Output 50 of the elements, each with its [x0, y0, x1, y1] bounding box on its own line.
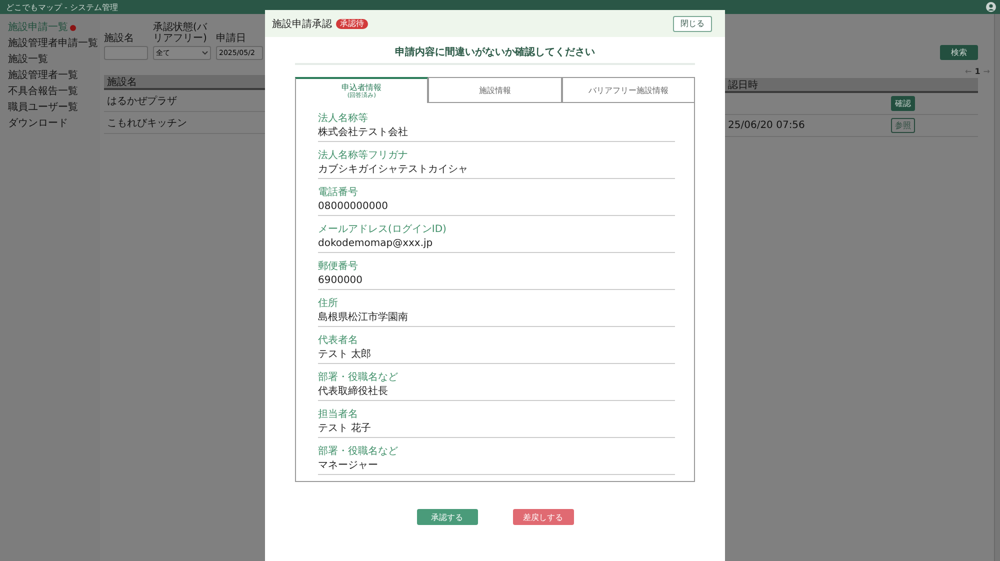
- sidebar-item[interactable]: ダウンロード: [8, 118, 100, 130]
- sidebar-item[interactable]: 職員ユーザー覧: [8, 102, 100, 114]
- field-value: 代表取締役社長: [318, 384, 389, 399]
- row-action-button[interactable]: 参照: [891, 118, 915, 133]
- field-label: 電話番号: [318, 187, 359, 199]
- approve-button[interactable]: 承認する: [416, 509, 478, 525]
- user-avatar-icon[interactable]: [986, 2, 996, 12]
- field-label: 部署・役職名など: [318, 446, 399, 458]
- field-value: マネージャー: [318, 459, 379, 473]
- app-title: どこでもマップ - システム管理: [6, 2, 118, 12]
- filter-label: 施設名: [104, 33, 135, 44]
- field-value: 08000000000: [318, 200, 389, 214]
- sidebar-item[interactable]: 不具合報告一覧: [8, 86, 100, 98]
- filter-label: 申請日: [216, 33, 247, 44]
- field-value: 6900000: [318, 274, 364, 288]
- table-header: 施設名: [104, 75, 265, 90]
- scrollbar[interactable]: [994, 14, 1000, 561]
- status-badge: 承認待: [336, 18, 368, 28]
- field-label: 担当者名: [318, 409, 359, 421]
- field-value: カブシキガイシャテストカイシャ: [318, 162, 469, 177]
- field-label: 法人名称等フリガナ: [318, 150, 409, 162]
- field-label: 郵便番号: [318, 261, 359, 273]
- field-label: 法人名称等: [318, 113, 369, 125]
- tab[interactable]: バリアフリー施設情報: [562, 77, 695, 103]
- field-label: メールアドレス(ログインID): [318, 224, 448, 236]
- close-button[interactable]: 閉じる: [673, 16, 712, 32]
- field-value: テスト 太郎: [318, 348, 372, 362]
- page-number[interactable]: 1: [974, 67, 980, 76]
- sidebar-item[interactable]: 施設申請一覧: [8, 22, 100, 34]
- field-label: 住所: [318, 298, 339, 310]
- filter-label: 承認状態(バリアフリー): [153, 22, 208, 44]
- field-value: 株式会社テスト会社: [318, 126, 409, 140]
- sidebar-item[interactable]: 施設管理者申請一覧: [8, 38, 100, 50]
- reject-button[interactable]: 差戻しする: [512, 509, 574, 525]
- field-value: 島根県松江市学園南: [318, 310, 409, 325]
- chevron-down-icon: [202, 51, 208, 55]
- field-label: 代表者名: [318, 335, 359, 347]
- row-action-button[interactable]: 確認: [891, 96, 915, 111]
- field-label: 部署・役職名など: [318, 372, 399, 384]
- tab[interactable]: 施設情報: [428, 77, 562, 103]
- sidebar-item[interactable]: 施設一覧: [8, 54, 100, 66]
- dialog-title: 施設申請承認: [272, 18, 332, 30]
- search-button[interactable]: 検索: [940, 45, 978, 60]
- table-row: 25/06/20 07:56 参照: [725, 115, 978, 137]
- sidebar-item[interactable]: 施設管理者一覧: [8, 70, 100, 82]
- dialog-heading: 申請内容に間違いがないか確認してください: [295, 37, 695, 65]
- name-field[interactable]: [104, 46, 148, 60]
- field-value: テスト 花子: [318, 422, 372, 436]
- table-header: 認日時: [725, 78, 978, 93]
- field-value: dokodemomap@xxx.jp: [318, 237, 434, 251]
